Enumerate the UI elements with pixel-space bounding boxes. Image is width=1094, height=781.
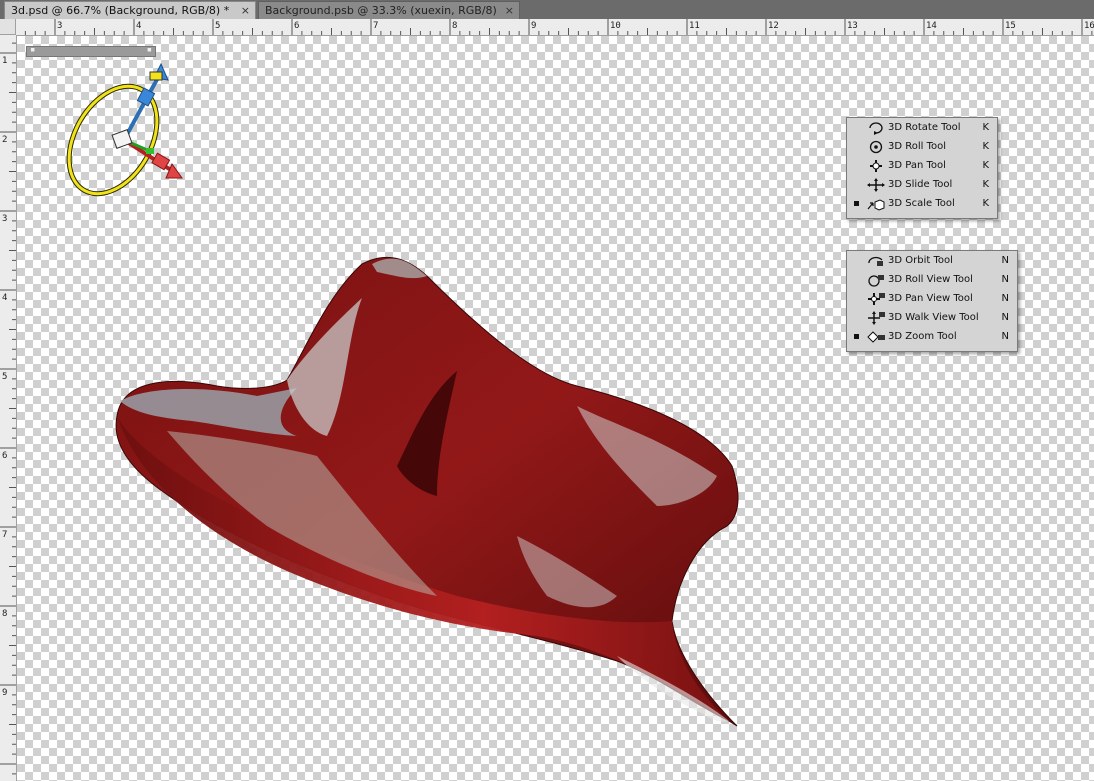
ruler-label: 13 xyxy=(847,21,858,31)
close-icon[interactable]: × xyxy=(505,2,514,20)
selected-bullet-icon xyxy=(854,201,859,206)
ruler-label: 3 xyxy=(57,21,62,31)
tab-label: 3d.psd @ 66.7% (Background, RGB/8) * xyxy=(11,4,230,17)
ruler-label: 7 xyxy=(373,21,378,31)
menu-item-label: 3D Rotate Tool xyxy=(888,122,961,133)
horizontal-ruler-ticks: 3 4 5 6 7 8 9 10 11 12 13 14 15 16 xyxy=(24,19,1094,35)
menu-item-3d-roll-view-tool[interactable]: 3D Roll View Tool N xyxy=(847,270,1017,289)
menu-item-label: 3D Walk View Tool xyxy=(888,312,979,323)
ruler-label: 9 xyxy=(2,688,7,698)
ruler-label: 4 xyxy=(2,293,7,303)
menu-item-shortcut: K xyxy=(982,122,989,133)
ruler-label: 10 xyxy=(610,21,621,31)
orbit-camera-icon xyxy=(868,256,883,266)
menu-item-3d-roll-tool[interactable]: 3D Roll Tool K xyxy=(847,137,997,156)
menu-item-3d-orbit-tool[interactable]: 3D Orbit Tool N xyxy=(847,251,1017,270)
pan-3d-icon xyxy=(870,160,882,172)
pan-view-camera-icon xyxy=(868,293,885,305)
menu-item-3d-scale-tool[interactable]: 3D Scale Tool K xyxy=(847,194,997,213)
ruler-label: 2 xyxy=(2,135,7,145)
mini-bar-handle-icon: ▪ xyxy=(30,45,36,55)
menu-item-3d-pan-tool[interactable]: 3D Pan Tool K xyxy=(847,156,997,175)
tab-background-psb[interactable]: Background.psb @ 33.3% (xuexin, RGB/8) × xyxy=(258,1,520,19)
selected-bullet-icon xyxy=(854,334,859,339)
zoom-camera-icon xyxy=(867,331,885,343)
scale-3d-icon xyxy=(867,199,885,211)
ruler-origin[interactable] xyxy=(0,19,16,35)
ruler-label: 9 xyxy=(531,21,536,31)
ruler-label: 3 xyxy=(2,214,7,224)
menu-item-shortcut: K xyxy=(982,141,989,152)
tab-label: Background.psb @ 33.3% (xuexin, RGB/8) xyxy=(265,4,497,17)
ruler-label: 1 xyxy=(2,56,7,66)
tab-3d-psd[interactable]: 3d.psd @ 66.7% (Background, RGB/8) * × xyxy=(4,1,256,19)
hat-3d-model[interactable] xyxy=(115,256,739,727)
close-icon[interactable]: × xyxy=(241,2,250,20)
3d-camera-tools-flyout: 3D Orbit Tool N 3D Roll View Tool N 3D P… xyxy=(846,250,1018,352)
menu-item-label: 3D Slide Tool xyxy=(888,179,953,190)
ruler-label: 6 xyxy=(294,21,299,31)
ruler-label: 11 xyxy=(689,21,700,31)
ruler-label: 4 xyxy=(136,21,141,31)
menu-item-shortcut: K xyxy=(982,198,989,209)
menu-item-label: 3D Zoom Tool xyxy=(888,331,957,342)
menu-item-3d-pan-view-tool[interactable]: 3D Pan View Tool N xyxy=(847,289,1017,308)
walk-view-camera-icon xyxy=(868,311,885,325)
slide-3d-icon xyxy=(867,178,885,192)
menu-item-shortcut: N xyxy=(1001,312,1009,323)
menu-item-shortcut: K xyxy=(982,179,989,190)
menu-item-3d-rotate-tool[interactable]: 3D Rotate Tool K xyxy=(847,118,997,137)
roll-view-camera-icon xyxy=(868,275,884,287)
ruler-label: 14 xyxy=(926,21,937,31)
menu-item-shortcut: K xyxy=(982,160,989,171)
menu-item-shortcut: N xyxy=(1001,255,1009,266)
menu-item-label: 3D Pan Tool xyxy=(888,160,946,171)
mini-bar-close-icon[interactable]: ▪ xyxy=(147,45,152,55)
3d-axis-widget-icon xyxy=(66,62,183,197)
vertical-ruler[interactable]: 1 2 3 4 5 6 7 8 9 xyxy=(0,35,17,781)
3d-axis-widget[interactable] xyxy=(66,60,186,210)
menu-item-label: 3D Pan View Tool xyxy=(888,293,973,304)
ruler-label: 7 xyxy=(2,530,7,540)
menu-item-shortcut: N xyxy=(1001,293,1009,304)
ruler-label: 8 xyxy=(452,21,457,31)
ruler-label: 6 xyxy=(2,451,7,461)
ruler-label: 8 xyxy=(2,609,7,619)
menu-item-label: 3D Roll Tool xyxy=(888,141,947,152)
menu-item-3d-walk-view-tool[interactable]: 3D Walk View Tool N xyxy=(847,308,1017,327)
document-tab-bar: 3d.psd @ 66.7% (Background, RGB/8) * × B… xyxy=(0,0,1094,20)
ruler-label: 12 xyxy=(768,21,779,31)
menu-item-3d-zoom-tool[interactable]: 3D Zoom Tool N xyxy=(847,327,1017,346)
ruler-label: 5 xyxy=(215,21,220,31)
menu-item-3d-slide-tool[interactable]: 3D Slide Tool K xyxy=(847,175,997,194)
menu-item-label: 3D Orbit Tool xyxy=(888,255,953,266)
menu-item-shortcut: N xyxy=(1001,274,1009,285)
ruler-label: 16 xyxy=(1084,21,1094,31)
rotate-3d-icon xyxy=(869,122,883,135)
3d-object-tools-flyout: 3D Rotate Tool K 3D Roll Tool K 3D Pan T… xyxy=(846,117,998,219)
menu-item-label: 3D Roll View Tool xyxy=(888,274,973,285)
ruler-label: 15 xyxy=(1005,21,1016,31)
ruler-label: 5 xyxy=(2,372,7,382)
menu-item-label: 3D Scale Tool xyxy=(888,198,955,209)
roll-3d-icon xyxy=(869,140,883,154)
vertical-ruler-ticks: 1 2 3 4 5 6 7 8 9 xyxy=(0,42,16,775)
canvas-mini-toolbar[interactable]: ▪ ▪ xyxy=(26,45,156,57)
horizontal-ruler[interactable]: 3 4 5 6 7 8 9 10 11 12 13 14 15 16 xyxy=(16,19,1094,36)
menu-item-shortcut: N xyxy=(1001,331,1009,342)
